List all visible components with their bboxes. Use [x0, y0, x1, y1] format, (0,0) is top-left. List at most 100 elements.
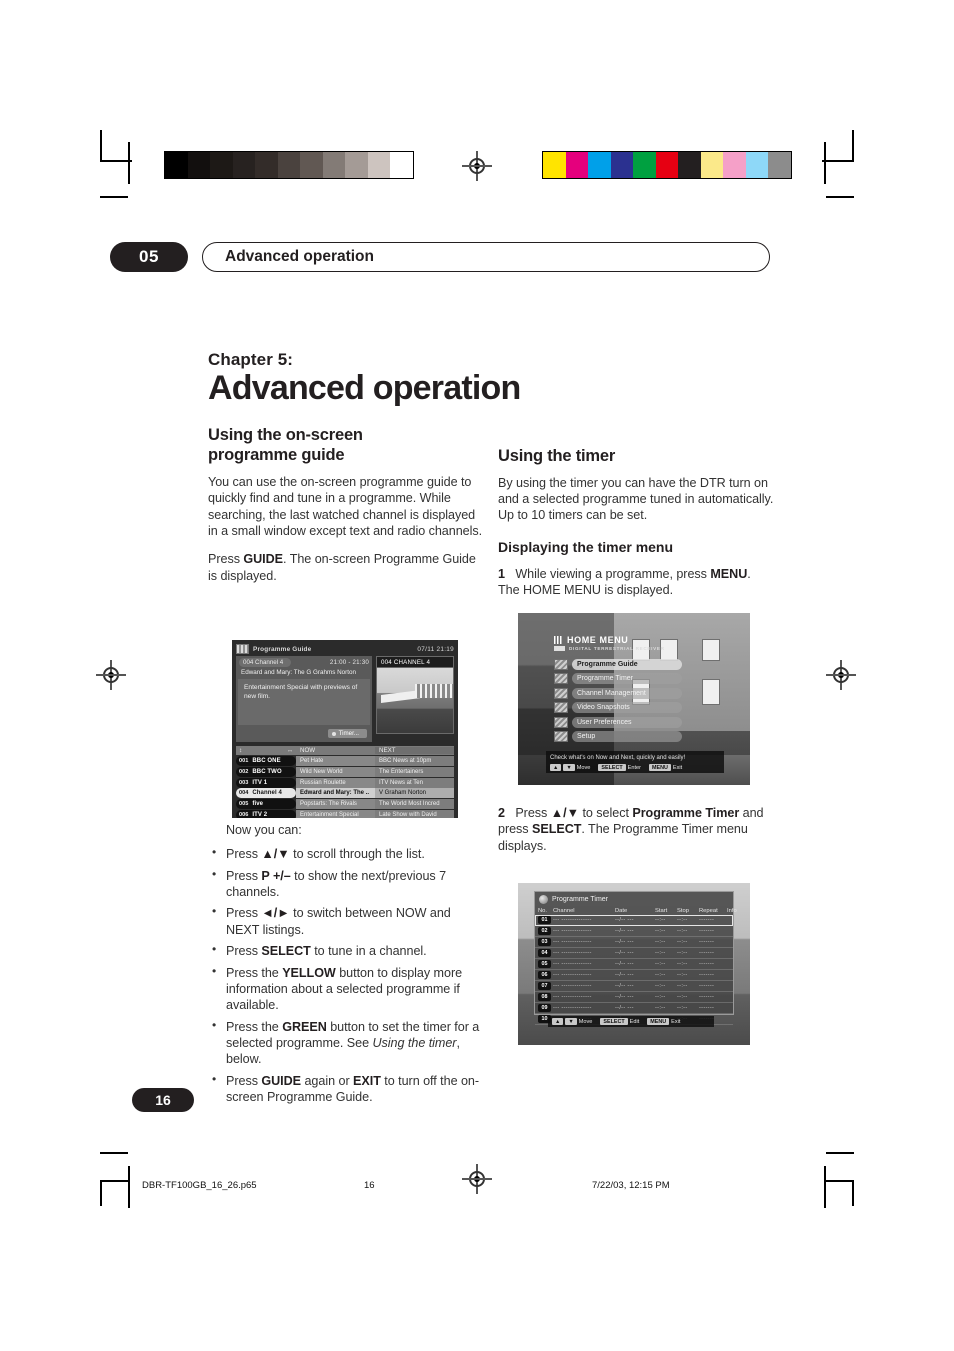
guide-row-name: ITV 1 [252, 779, 268, 786]
home-menu-item[interactable]: Programme Timer [554, 673, 682, 685]
timer-row-channel: --- -------------- [553, 983, 592, 989]
timer-row-start: --:-- [655, 928, 666, 934]
timer-row-channel: --- -------------- [553, 950, 592, 956]
crop-mark-bottom-left-v [100, 1180, 102, 1206]
home-menu-item[interactable]: Video Snapshots [554, 702, 682, 714]
bullet-pre: Press [226, 944, 262, 959]
timer-row-start: --:-- [655, 961, 666, 967]
guide-channel-row[interactable]: 001 BBC ONE Pet Hate BBC News at 10pm [236, 756, 454, 766]
timer-row-number: 01 [538, 916, 551, 924]
timer-row-list[interactable]: 01 --- -------------- --/-- --- --:-- --:-- -… [535, 915, 733, 1025]
bullet-key: P +/– [261, 868, 291, 883]
timer-column-headers: No. Channel Date Start Stop Repeat Info [535, 906, 737, 915]
bullet-italic: Using the timer [372, 1035, 457, 1050]
home-menu-item[interactable]: Setup [554, 731, 682, 743]
guide-list-header: ↕ ↔ NOW NEXT [236, 746, 454, 755]
timer-row[interactable]: 01 --- -------------- --/-- --- --:-- --:-- -… [535, 915, 733, 926]
guide-channel-row[interactable]: 006 ITV 2 Entertainment Special Late Show w… [236, 809, 454, 818]
guide-row-name: BBC ONE [252, 758, 281, 764]
guide-channel-row[interactable]: 005 five Popstarts: The Rivals The World Mo… [236, 799, 454, 810]
guide-channel-row[interactable]: 002 BBC TWO Wild New World The Entertainers [236, 766, 454, 777]
guide-channel-list[interactable]: 001 BBC ONE Pet Hate BBC News at 10pm 002 BBC… [236, 756, 454, 818]
calibration-swatch-9 [367, 152, 390, 178]
guide-detail-panel: 004 Channel 4 21:00 - 21:30 Edward and M… [236, 656, 372, 742]
timer-row-date: --/-- --- [615, 972, 634, 978]
receiver-icon [554, 646, 565, 651]
guide-row-channel: 005 five [236, 799, 296, 810]
crop-mark-bottom-right-inner [824, 1166, 826, 1208]
timer-row[interactable]: 02 --- -------------- --/-- --- --:-- --:-- -… [535, 926, 733, 937]
home-menu-title-row: HOME MENU [554, 635, 672, 645]
guide-titlebar: Programme Guide 07/11 21:19 [232, 640, 458, 656]
step-2-key: ▲/▼ [550, 806, 579, 820]
guide-channel-row[interactable]: 004 Channel 4 Edward and Mary: The .. V Gra… [236, 788, 454, 799]
bullet-item: Press the YELLOW button to display more … [208, 964, 484, 1014]
timer-title: Programme Timer [552, 895, 609, 903]
home-menu-item-label: Programme Guide [572, 658, 682, 670]
timer-row-repeat: ------- [699, 994, 715, 1000]
timer-row-repeat: ------- [699, 1005, 715, 1011]
bullet-item: Press SELECT to tune in a channel. [208, 942, 484, 959]
press-guide-paragraph: Press GUIDE. The on-screen Programme Gui… [208, 551, 484, 584]
timer-row[interactable]: 09 --- -------------- --/-- --- --:-- --:-- -… [535, 1003, 733, 1014]
home-menu-title: HOME MENU [567, 635, 629, 645]
timer-row-stop: --:-- [677, 928, 688, 934]
timer-row[interactable]: 03 --- -------------- --/-- --- --:-- --:-- -… [535, 937, 733, 948]
timer-row[interactable]: 07 --- -------------- --/-- --- --:-- --:-- -… [535, 981, 733, 992]
guide-timer-button[interactable]: Timer... [327, 729, 367, 738]
home-menu-item[interactable]: Programme Guide [554, 658, 682, 670]
step-2-pre: Press [515, 806, 551, 820]
timer-row-date: --/-- --- [615, 917, 634, 923]
right-column: Using the timer By using the timer you c… [498, 446, 774, 599]
timer-row-start: --:-- [655, 1005, 666, 1011]
guide-row-next: ITV News at Ten [375, 777, 454, 788]
bullet-item: Press P +/– to show the next/previous 7 … [208, 867, 484, 901]
bullet-key: SELECT [261, 944, 311, 959]
timer-row-date: --/-- --- [615, 983, 634, 989]
home-menu-help-text: Check what's on Now and Next, quickly an… [550, 754, 686, 761]
home-menu-key-label: Move [576, 764, 591, 771]
crop-mark-top-right-inner [824, 142, 826, 184]
guide-row-name: ITV 2 [252, 811, 268, 818]
home-menu-item[interactable]: User Preferences [554, 716, 682, 728]
calibration-swatch-6 [678, 152, 701, 178]
home-menu-item-label: User Preferences [572, 716, 682, 728]
timer-row-channel: --- -------------- [553, 939, 592, 945]
guide-column-next: NEXT [375, 747, 454, 754]
timer-row[interactable]: 06 --- -------------- --/-- --- --:-- --:-- -… [535, 970, 733, 981]
footer-timestamp: 7/22/03, 12:15 PM [592, 1180, 670, 1191]
timer-row-date: --/-- --- [615, 961, 634, 967]
home-menu-header: HOME MENU DIGITAL TERRESTRIAL RECEIVER [554, 635, 672, 651]
timer-row-number: 09 [538, 1004, 551, 1012]
home-menu-item-list[interactable]: Programme Guide Programme Timer Channel Ma… [554, 658, 682, 745]
timer-row[interactable]: 05 --- -------------- --/-- --- --:-- --:-- -… [535, 959, 733, 970]
press-guide-key: GUIDE [243, 552, 284, 567]
bullet-item: Press ▲/▼ to scroll through the list. [208, 845, 484, 862]
guide-row-name: five [252, 801, 264, 808]
home-menu-item[interactable]: Channel Management [554, 687, 682, 699]
calibration-swatch-8 [345, 152, 368, 178]
bullet-item: Press ◄/► to switch between NOW and NEXT… [208, 904, 484, 938]
crop-mark-top-left-outer [100, 130, 102, 162]
timer-row-date: --/-- --- [615, 994, 634, 1000]
home-menu-subtitle: DIGITAL TERRESTRIAL RECEIVER [569, 646, 665, 651]
bullet-post: to scroll through the list. [289, 847, 425, 862]
guide-row-number: 005 [239, 801, 249, 808]
bullet-key: YELLOW [282, 965, 336, 980]
guide-title: Programme Guide [253, 645, 312, 653]
bullet-item: Press GUIDE again or EXIT to turn off th… [208, 1072, 484, 1106]
crop-mark-bottom-left-inner [128, 1166, 130, 1208]
step-2-key2: SELECT [532, 822, 582, 837]
home-menu-item-label: Setup [572, 731, 682, 742]
timer-row-number: 07 [538, 982, 551, 990]
timer-row[interactable]: 04 --- -------------- --/-- --- --:-- --:-- -… [535, 948, 733, 959]
programme-guide-bullet-list: Press ▲/▼ to scroll through the list. Pre… [208, 845, 484, 1106]
guide-row-name: Channel 4 [252, 790, 282, 797]
guide-row-number: 002 [239, 768, 249, 775]
guide-channel-row[interactable]: 003 ITV 1 Russian Roulette ITV News at Ten [236, 777, 454, 788]
guide-selected-channel: 004 Channel 4 [239, 658, 292, 667]
bullet-post: to tune in a channel. [310, 944, 427, 959]
timer-row[interactable]: 08 --- -------------- --/-- --- --:-- --:-- -… [535, 992, 733, 1003]
bullet-mid: again or [301, 1073, 354, 1088]
guide-row-channel: 001 BBC ONE [236, 756, 296, 766]
